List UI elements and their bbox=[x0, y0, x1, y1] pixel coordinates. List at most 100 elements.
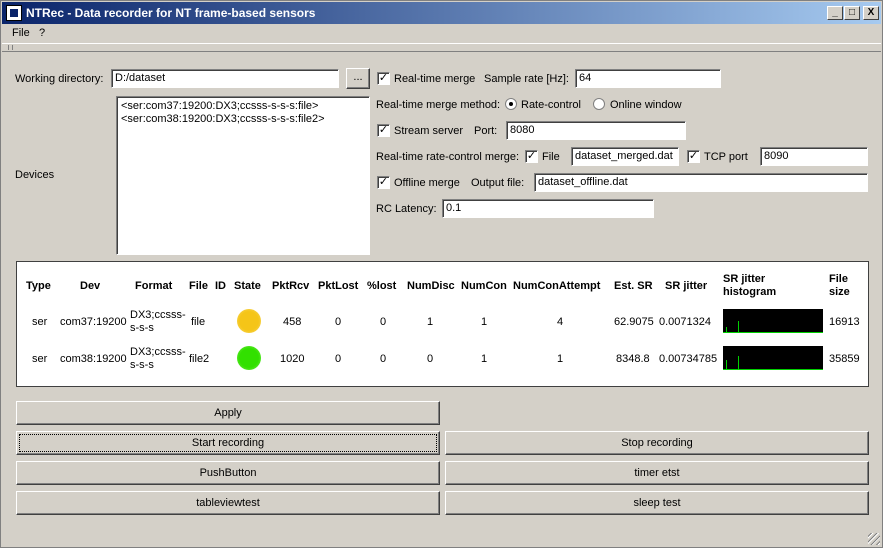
stream-server-checkbox[interactable]: ✓ bbox=[377, 124, 390, 137]
realtime-merge-label: Real-time merge bbox=[394, 73, 476, 85]
output-file-input[interactable]: dataset_offline.dat bbox=[534, 173, 868, 192]
cell-sr-jitter: 0.0071324 bbox=[659, 316, 711, 328]
cell-file-size: 16913 bbox=[829, 316, 860, 328]
cell-numcon: 1 bbox=[481, 353, 488, 365]
app-icon bbox=[6, 5, 22, 21]
sleep-test-button[interactable]: sleep test bbox=[445, 491, 869, 515]
rc-latency-input[interactable]: 0.1 bbox=[442, 199, 654, 218]
port-label: Port: bbox=[474, 125, 498, 137]
rate-control-radio[interactable] bbox=[505, 98, 517, 110]
header-numdisc: NumDisc bbox=[407, 280, 455, 292]
output-file-label: Output file: bbox=[471, 177, 525, 189]
tableviewtest-button[interactable]: tableviewtest bbox=[16, 491, 440, 515]
header-numcon: NumCon bbox=[461, 280, 507, 292]
header-format: Format bbox=[135, 280, 173, 292]
cell-file-size: 35859 bbox=[829, 353, 860, 365]
sr-jitter-histogram bbox=[723, 309, 823, 333]
header-pktrcv: PktRcv bbox=[272, 280, 310, 292]
timer-test-button[interactable]: timer etst bbox=[445, 461, 869, 485]
header-lost: %lost bbox=[367, 280, 397, 292]
cell-type: ser bbox=[32, 353, 48, 365]
cell-numconattempt: 1 bbox=[557, 353, 564, 365]
cell-est-sr: 62.9075 bbox=[614, 316, 654, 328]
cell-file: file bbox=[191, 316, 206, 328]
working-directory-label: Working directory: bbox=[15, 73, 104, 85]
rc-tcp-input[interactable]: 8090 bbox=[760, 147, 868, 166]
working-directory-input[interactable]: D:/dataset bbox=[111, 69, 339, 88]
state-indicator-yellow bbox=[237, 309, 261, 333]
online-window-label: Online window bbox=[610, 99, 682, 111]
rc-file-input[interactable]: dataset_merged.dat bbox=[571, 147, 679, 166]
cell-pktrcv: 1020 bbox=[280, 353, 305, 365]
cell-numdisc: 1 bbox=[427, 316, 434, 328]
devices-label: Devices bbox=[15, 169, 55, 181]
histogram-bar bbox=[738, 321, 739, 333]
header-id: ID bbox=[215, 280, 226, 292]
main-window: NTRec - Data recorder for NT frame-based… bbox=[0, 0, 883, 548]
minimize-button[interactable]: _ bbox=[827, 6, 843, 20]
maximize-button[interactable]: □ bbox=[844, 6, 860, 20]
stream-server-label: Stream server bbox=[394, 125, 464, 137]
header-type: Type bbox=[26, 280, 51, 292]
start-recording-button[interactable]: Start recording bbox=[16, 431, 440, 455]
devices-list[interactable]: <ser:com37:19200:DX3;ccsss-s-s-s:file> <… bbox=[116, 96, 370, 255]
rc-tcp-label: TCP port bbox=[704, 151, 748, 163]
browse-button[interactable]: ... bbox=[346, 68, 370, 89]
rc-tcp-checkbox[interactable]: ✓ bbox=[687, 150, 700, 163]
cell-format: DX3;ccsss-s-s-s bbox=[130, 346, 186, 371]
cell-lost: 0 bbox=[380, 353, 387, 365]
sr-jitter-histogram bbox=[723, 346, 823, 370]
state-indicator-green bbox=[237, 346, 261, 370]
header-pktlost: PktLost bbox=[318, 280, 359, 292]
header-file: File bbox=[189, 280, 208, 292]
rc-merge-label: Real-time rate-control merge: bbox=[376, 151, 520, 163]
cell-dev: com38:19200 bbox=[60, 353, 127, 365]
rc-file-label: File bbox=[542, 151, 560, 163]
port-input[interactable]: 8080 bbox=[506, 121, 686, 140]
offline-merge-label: Offline merge bbox=[394, 177, 460, 189]
cell-dev: com37:19200 bbox=[60, 316, 127, 328]
sample-rate-label: Sample rate [Hz]: bbox=[484, 73, 569, 85]
header-state: State bbox=[234, 280, 261, 292]
online-window-radio[interactable] bbox=[593, 98, 605, 110]
histogram-bar bbox=[726, 327, 727, 333]
header-est-sr: Est. SR bbox=[614, 280, 653, 292]
cell-numconattempt: 4 bbox=[557, 316, 564, 328]
title-bar[interactable]: NTRec - Data recorder for NT frame-based… bbox=[2, 2, 881, 24]
apply-button[interactable]: Apply bbox=[16, 401, 440, 425]
cell-est-sr: 8348.8 bbox=[616, 353, 650, 365]
menu-bar: File ? bbox=[2, 24, 881, 42]
cell-format: DX3;ccsss-s-s-s bbox=[130, 309, 186, 334]
cell-numcon: 1 bbox=[481, 316, 488, 328]
menu-file[interactable]: File bbox=[12, 27, 30, 39]
toolbar-grip[interactable] bbox=[2, 43, 881, 52]
histogram-bar bbox=[738, 356, 739, 370]
close-button[interactable]: X bbox=[863, 6, 879, 20]
histogram-bar bbox=[726, 360, 727, 370]
rc-file-checkbox[interactable]: ✓ bbox=[525, 150, 538, 163]
resize-grip[interactable] bbox=[868, 533, 880, 545]
device-item[interactable]: <ser:com38:19200:DX3;ccsss-s-s-s:file2> bbox=[121, 113, 365, 126]
header-sr-jitter: SR jitter bbox=[665, 280, 708, 292]
realtime-merge-checkbox[interactable]: ✓ bbox=[377, 72, 390, 85]
merge-method-label: Real-time merge method: bbox=[376, 99, 501, 111]
header-numconattempt: NumConAttempt bbox=[513, 280, 601, 292]
menu-help[interactable]: ? bbox=[39, 27, 45, 39]
cell-pktlost: 0 bbox=[335, 353, 342, 365]
offline-merge-checkbox[interactable]: ✓ bbox=[377, 176, 390, 189]
header-dev: Dev bbox=[80, 280, 101, 292]
cell-pktlost: 0 bbox=[335, 316, 342, 328]
rc-latency-label: RC Latency: bbox=[376, 203, 437, 215]
cell-lost: 0 bbox=[380, 316, 387, 328]
cell-pktrcv: 458 bbox=[283, 316, 302, 328]
push-button[interactable]: PushButton bbox=[16, 461, 440, 485]
stop-recording-button[interactable]: Stop recording bbox=[445, 431, 869, 455]
sample-rate-input[interactable]: 64 bbox=[575, 69, 721, 88]
header-file-size: File size bbox=[829, 273, 850, 298]
header-sr-jitter-histogram: SR jitter histogram bbox=[723, 273, 777, 298]
cell-file: file2 bbox=[189, 353, 210, 365]
device-item[interactable]: <ser:com37:19200:DX3;ccsss-s-s-s:file> bbox=[121, 100, 365, 113]
window-title: NTRec - Data recorder for NT frame-based… bbox=[26, 6, 316, 20]
device-table[interactable]: Type Dev Format File ID State PktRcv Pkt… bbox=[16, 261, 869, 387]
rate-control-label: Rate-control bbox=[521, 99, 581, 111]
